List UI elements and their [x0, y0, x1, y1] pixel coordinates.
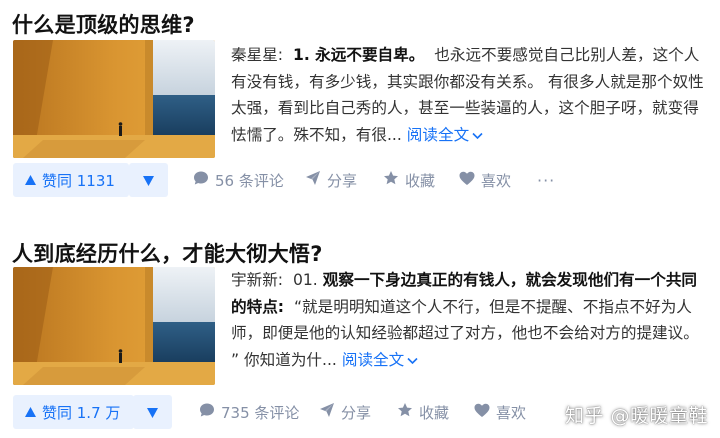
question-title[interactable]: 人到底经历什么，才能大彻大悟?	[12, 238, 323, 268]
answer-excerpt[interactable]: 秦星星: 1. 永远不要自卑。 也永远不要感觉自己比别人差，这个人有没有钱，有多…	[231, 42, 709, 148]
vote-up-button[interactable]: 赞同 1131	[13, 163, 129, 197]
question-title[interactable]: 什么是顶级的思维?	[12, 9, 195, 39]
read-more-link[interactable]: 阅读全文	[407, 126, 483, 144]
answer-thumbnail[interactable]	[13, 40, 215, 158]
action-bar: 赞同 1131 56 条评论 分享 收藏 喜欢 ···	[13, 163, 713, 197]
triangle-down-icon	[143, 171, 154, 190]
share-button[interactable]: 分享	[305, 163, 357, 197]
vote-down-button[interactable]	[129, 163, 168, 197]
vote-count: 赞同 1131	[42, 171, 115, 190]
like-button[interactable]: 喜欢	[459, 163, 511, 197]
answer-thumbnail[interactable]	[13, 267, 215, 385]
ellipsis-icon[interactable]: ···	[537, 163, 555, 197]
read-more-link[interactable]: 阅读全文	[342, 351, 418, 369]
like-label: 喜欢	[481, 171, 512, 190]
chevron-down-icon	[407, 347, 418, 374]
author-name[interactable]: 宇新新:	[231, 271, 283, 289]
paper-plane-icon	[305, 170, 321, 190]
share-button[interactable]: 分享	[319, 395, 371, 429]
favorite-label: 收藏	[405, 171, 436, 190]
star-icon	[383, 170, 399, 190]
excerpt-lead-prefix: 01.	[292, 271, 318, 289]
favorite-label: 收藏	[419, 403, 450, 422]
vote-down-button[interactable]	[133, 395, 172, 429]
comment-count: 735 条评论	[221, 403, 300, 422]
answer-excerpt[interactable]: 宇新新: 01. 观察一下身边真正的有钱人，就会发现他们有一个共同的特点: “就…	[231, 267, 709, 373]
watermark: 知乎 @暖暖童鞋	[564, 405, 708, 427]
triangle-up-icon	[25, 403, 36, 421]
paper-plane-icon	[319, 402, 335, 422]
star-icon	[397, 402, 413, 422]
excerpt-lead: 1. 永远不要自卑。	[292, 46, 425, 64]
comment-button[interactable]: 56 条评论	[193, 163, 284, 197]
like-button[interactable]: 喜欢	[474, 395, 526, 429]
triangle-down-icon	[147, 403, 158, 422]
excerpt-body: “就是明明知道这个人不行，但是不提醒、不指点不好为人师，即便是他的认知经验都超过…	[231, 297, 699, 369]
author-name[interactable]: 秦星星:	[231, 46, 283, 64]
triangle-up-icon	[25, 171, 36, 189]
heart-icon	[474, 403, 490, 422]
chevron-down-icon	[472, 122, 483, 149]
vote-count: 赞同 1.7 万	[42, 403, 121, 422]
comment-count: 56 条评论	[215, 171, 284, 190]
comment-bubble-icon	[193, 170, 209, 190]
share-label: 分享	[341, 403, 372, 422]
heart-icon	[459, 171, 475, 190]
comment-button[interactable]: 735 条评论	[199, 395, 299, 429]
vote-up-button[interactable]: 赞同 1.7 万	[13, 395, 135, 429]
share-label: 分享	[327, 171, 358, 190]
favorite-button[interactable]: 收藏	[397, 395, 449, 429]
favorite-button[interactable]: 收藏	[383, 163, 435, 197]
like-label: 喜欢	[496, 403, 527, 422]
comment-bubble-icon	[199, 402, 215, 422]
